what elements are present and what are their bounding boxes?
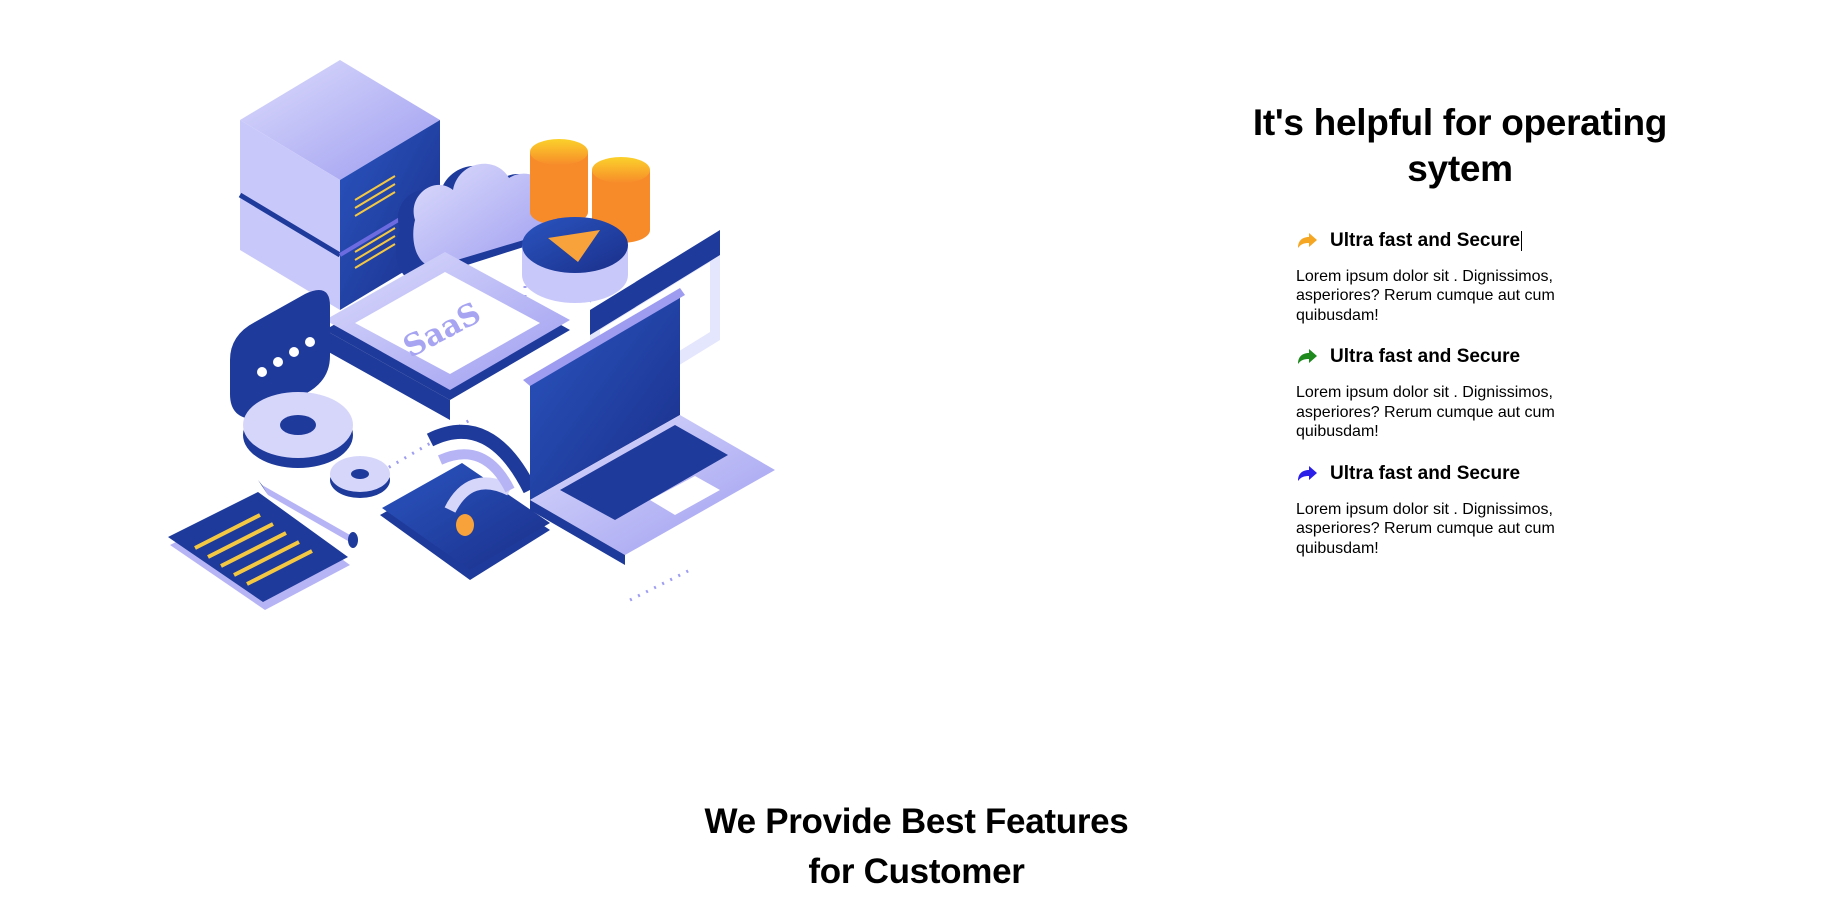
feature-header: Ultra fast and Secure (1296, 460, 1596, 488)
text-cursor (1521, 230, 1523, 251)
saas-isometric-graphic: SaaS (168, 60, 775, 610)
feature-description: Lorem ipsum dolor sit . Dignissimos, asp… (1296, 267, 1555, 324)
feature-list: Ultra fast and Secure Lorem ipsum dolor … (1296, 227, 1596, 559)
feature-description: Lorem ipsum dolor sit . Dignissimos, asp… (1296, 384, 1555, 440)
list-item: Ultra fast and Secure Lorem ipsum dolor … (1296, 343, 1596, 442)
phone-wifi-icon (380, 424, 550, 580)
features-heading: It's helpful for operating sytem (1252, 102, 1668, 190)
feature-header: Ultra fast and Secure (1296, 227, 1596, 255)
best-features-heading-line2: for Customer (808, 852, 1025, 891)
feature-title: Ultra fast and Secure (1330, 462, 1521, 484)
list-item: Ultra fast and Secure Lorem ipsum dolor … (1296, 460, 1596, 559)
feature-title: Ultra fast and Secure (1330, 229, 1521, 251)
features-section: It's helpful for operating sytem Ultra f… (1200, 100, 1720, 576)
feature-description: Lorem ipsum dolor sit . Dignissimos, asp… (1296, 500, 1555, 557)
feature-header: Ultra fast and Secure (1296, 343, 1596, 371)
best-features-heading: We Provide Best Features for Customer (0, 797, 1833, 897)
best-features-heading-line1: We Provide Best Features (704, 802, 1129, 841)
share-arrow-icon (1296, 465, 1318, 483)
share-arrow-icon (1296, 232, 1318, 250)
gear-icon (243, 392, 390, 498)
feature-title: Ultra fast and Secure (1330, 346, 1521, 367)
list-item: Ultra fast and Secure Lorem ipsum dolor … (1296, 227, 1596, 326)
play-button-icon (522, 217, 628, 303)
share-arrow-icon (1296, 348, 1318, 366)
notepad-icon (168, 492, 350, 610)
saas-illustration: SaaS (150, 40, 950, 760)
